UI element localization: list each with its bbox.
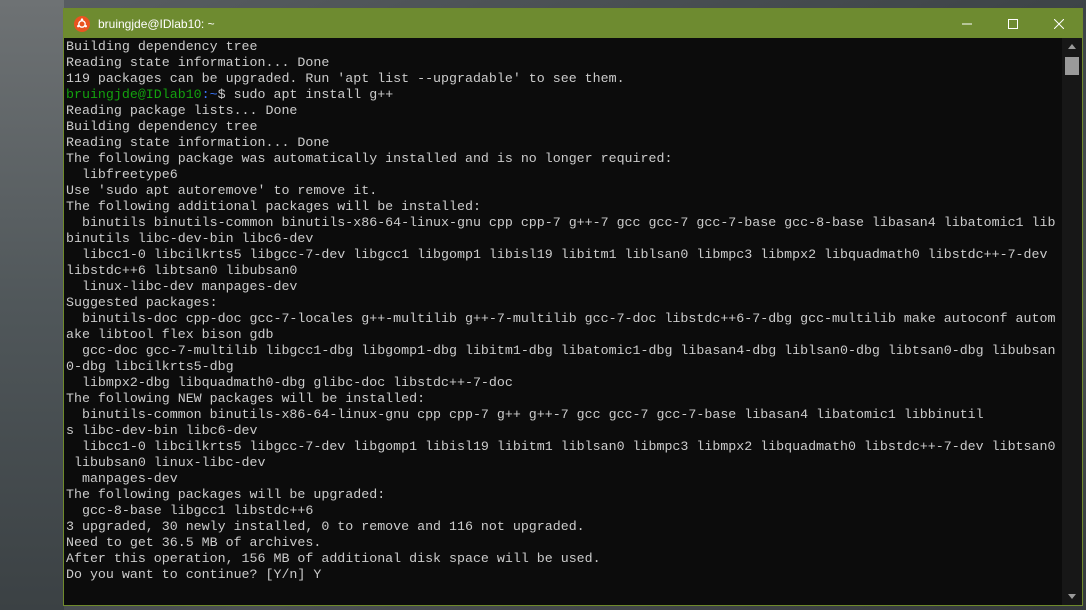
prompt-line: bruingjde@IDlab10:~$ sudo apt install g+… bbox=[66, 87, 1062, 103]
terminal-line: 0-dbg libcilkrts5-dbg bbox=[66, 359, 234, 374]
scroll-down-arrow-icon bbox=[1068, 594, 1076, 599]
terminal-line: s libc-dev-bin libc6-dev bbox=[66, 423, 258, 438]
terminal-line: 3 upgraded, 30 newly installed, 0 to rem… bbox=[66, 519, 585, 534]
prompt-user: bruingjde@IDlab10 bbox=[66, 87, 202, 102]
terminal-line: Reading state information... Done bbox=[66, 55, 330, 70]
terminal-line: The following additional packages will b… bbox=[66, 199, 481, 214]
terminal-output[interactable]: Building dependency tree Reading state i… bbox=[64, 38, 1062, 605]
terminal-line: linux-libc-dev manpages-dev bbox=[66, 279, 298, 294]
maximize-button[interactable] bbox=[990, 9, 1036, 38]
terminal-line: libcc1-0 libcilkrts5 libgcc-7-dev libgcc… bbox=[66, 247, 1048, 262]
command-output: Reading package lists... Done Building de… bbox=[66, 103, 1062, 583]
terminal-line: Suggested packages: bbox=[66, 295, 218, 310]
terminal-line: ake libtool flex bison gdb bbox=[66, 327, 274, 342]
terminal-line: gcc-doc gcc-7-multilib libgcc1-dbg libgo… bbox=[66, 343, 1056, 358]
window-title: bruingjde@IDlab10: ~ bbox=[98, 16, 215, 31]
vertical-scrollbar[interactable] bbox=[1062, 38, 1082, 605]
minimize-icon bbox=[962, 23, 972, 24]
terminal-line: The following NEW packages will be insta… bbox=[66, 391, 426, 406]
terminal-line: libstdc++6 libtsan0 libubsan0 bbox=[66, 263, 298, 278]
maximize-icon bbox=[1008, 18, 1018, 29]
terminal-line: binutils libc-dev-bin libc6-dev bbox=[66, 231, 314, 246]
terminal-line: libubsan0 linux-libc-dev bbox=[66, 455, 266, 470]
scroll-up-arrow-icon bbox=[1068, 44, 1076, 49]
close-icon bbox=[1054, 18, 1064, 29]
terminal-line: Need to get 36.5 MB of archives. bbox=[66, 535, 322, 550]
prompt-command: $ sudo apt install g++ bbox=[217, 87, 394, 102]
terminal-line: Reading state information... Done bbox=[66, 135, 330, 150]
terminal-line: Reading package lists... Done bbox=[66, 103, 298, 118]
title-bar[interactable]: bruingjde@IDlab10: ~ bbox=[64, 9, 1082, 38]
terminal-window[interactable]: bruingjde@IDlab10: ~ Building dependency… bbox=[63, 8, 1083, 606]
terminal-line: The following packages will be upgraded: bbox=[66, 487, 386, 502]
scroll-up-button[interactable] bbox=[1062, 38, 1082, 55]
ubuntu-icon[interactable] bbox=[74, 15, 90, 32]
terminal-line: binutils-common binutils-x86-64-linux-gn… bbox=[66, 407, 984, 422]
terminal-line: binutils binutils-common binutils-x86-64… bbox=[66, 215, 1056, 230]
terminal-line: Use 'sudo apt autoremove' to remove it. bbox=[66, 183, 378, 198]
desktop-background bbox=[0, 0, 64, 610]
window-controls bbox=[944, 9, 1082, 38]
scroll-thumb[interactable] bbox=[1065, 57, 1079, 75]
terminal-line: libcc1-0 libcilkrts5 libgcc-7-dev libgom… bbox=[66, 439, 1056, 454]
terminal-line: binutils-doc cpp-doc gcc-7-locales g++-m… bbox=[66, 311, 1056, 326]
close-button[interactable] bbox=[1036, 9, 1082, 38]
terminal-line: gcc-8-base libgcc1 libstdc++6 bbox=[66, 503, 314, 518]
scroll-down-button[interactable] bbox=[1062, 588, 1082, 605]
terminal-line: manpages-dev bbox=[66, 471, 178, 486]
prompt-path: :~ bbox=[201, 87, 218, 102]
terminal-line: Building dependency tree bbox=[66, 39, 258, 54]
minimize-button[interactable] bbox=[944, 9, 990, 38]
terminal-line: After this operation, 156 MB of addition… bbox=[66, 551, 601, 566]
terminal-line: Building dependency tree bbox=[66, 119, 258, 134]
terminal-line: libmpx2-dbg libquadmath0-dbg glibc-doc l… bbox=[66, 375, 513, 390]
terminal-line: The following package was automatically … bbox=[66, 151, 673, 166]
terminal-line: Do you want to continue? [Y/n] Y bbox=[66, 567, 322, 582]
terminal-line: 119 packages can be upgraded. Run 'apt l… bbox=[66, 71, 625, 86]
terminal-line: libfreetype6 bbox=[66, 167, 178, 182]
